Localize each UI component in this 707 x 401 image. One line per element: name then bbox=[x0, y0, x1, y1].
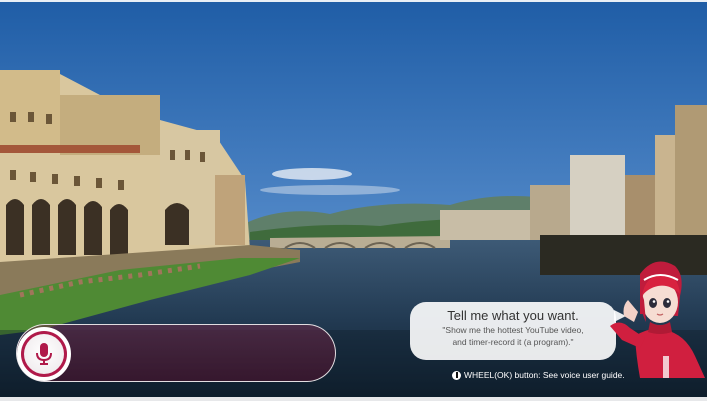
voice-guide-hint: WHEEL(OK) button: See voice user guide. bbox=[452, 370, 625, 380]
wheel-button-icon bbox=[452, 370, 461, 380]
assistant-mascot-icon bbox=[610, 261, 705, 378]
microphone-button[interactable] bbox=[17, 327, 71, 381]
prompt-example-line: "Show me the hottest YouTube video, bbox=[442, 325, 584, 335]
prompt-title: Tell me what you want. bbox=[447, 308, 579, 323]
microphone-icon bbox=[21, 331, 67, 377]
tv-screen: Tell me what you want. "Show me the hott… bbox=[0, 0, 707, 401]
prompt-example-line: and timer-record it (a program)." bbox=[452, 337, 574, 347]
voice-prompt-bubble: Tell me what you want. "Show me the hott… bbox=[410, 302, 626, 360]
